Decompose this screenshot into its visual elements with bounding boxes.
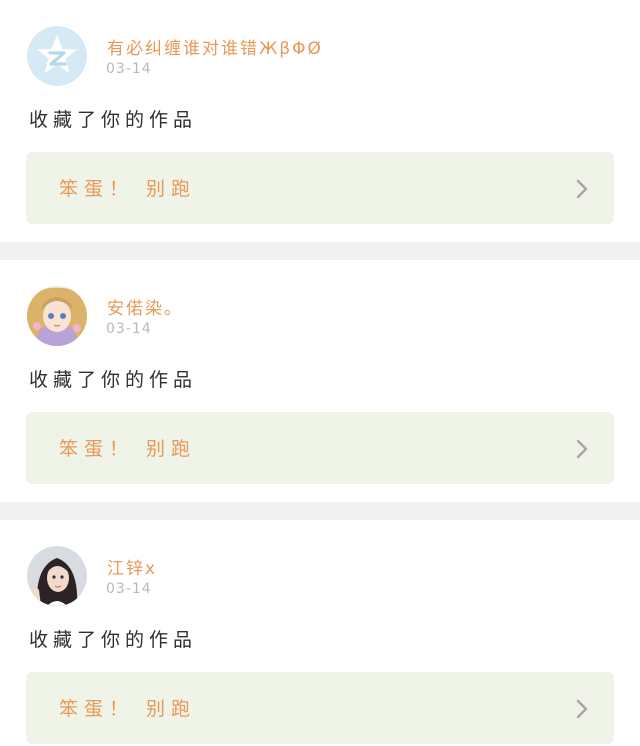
section-divider xyxy=(0,502,640,520)
action-text: 收藏了你的作品 xyxy=(29,109,198,131)
action-text: 收藏了你的作品 xyxy=(29,369,198,391)
username[interactable]: 江锌x xyxy=(107,554,157,579)
username[interactable]: 安偌染。 xyxy=(107,294,183,319)
timestamp: 03-14 xyxy=(106,321,152,337)
user-avatar[interactable] xyxy=(27,286,87,346)
chevron-right-icon xyxy=(576,699,588,719)
user-avatar[interactable] xyxy=(27,546,87,606)
work-link-card[interactable]: 笨蛋！ 别跑 xyxy=(26,152,614,224)
user-avatar[interactable] xyxy=(27,26,87,86)
notification-feed: 有必纠缠谁对谁错ЖβΦØ 03-14 收藏了你的作品 笨蛋！ 别跑 安偌染。 0… xyxy=(0,0,640,746)
notification-card: 江锌x 03-14 收藏了你的作品 笨蛋！ 别跑 xyxy=(0,520,640,746)
qzone-star-avatar-icon xyxy=(27,26,87,86)
work-link-card[interactable]: 笨蛋！ 别跑 xyxy=(26,672,614,744)
anime-girl-avatar-icon xyxy=(27,286,87,346)
action-text: 收藏了你的作品 xyxy=(29,629,198,651)
section-divider xyxy=(0,242,640,260)
notification-card: 安偌染。 03-14 收藏了你的作品 笨蛋！ 别跑 xyxy=(0,260,640,502)
work-title: 笨蛋！ 别跑 xyxy=(59,698,197,720)
work-link-card[interactable]: 笨蛋！ 别跑 xyxy=(26,412,614,484)
timestamp: 03-14 xyxy=(106,581,152,597)
photo-girl-avatar-icon xyxy=(27,546,87,606)
username[interactable]: 有必纠缠谁对谁错ЖβΦØ xyxy=(107,34,323,59)
notification-card: 有必纠缠谁对谁错ЖβΦØ 03-14 收藏了你的作品 笨蛋！ 别跑 xyxy=(0,0,640,242)
work-title: 笨蛋！ 别跑 xyxy=(59,438,197,460)
work-title: 笨蛋！ 别跑 xyxy=(59,178,197,200)
chevron-right-icon xyxy=(576,439,588,459)
timestamp: 03-14 xyxy=(106,61,152,77)
chevron-right-icon xyxy=(576,179,588,199)
